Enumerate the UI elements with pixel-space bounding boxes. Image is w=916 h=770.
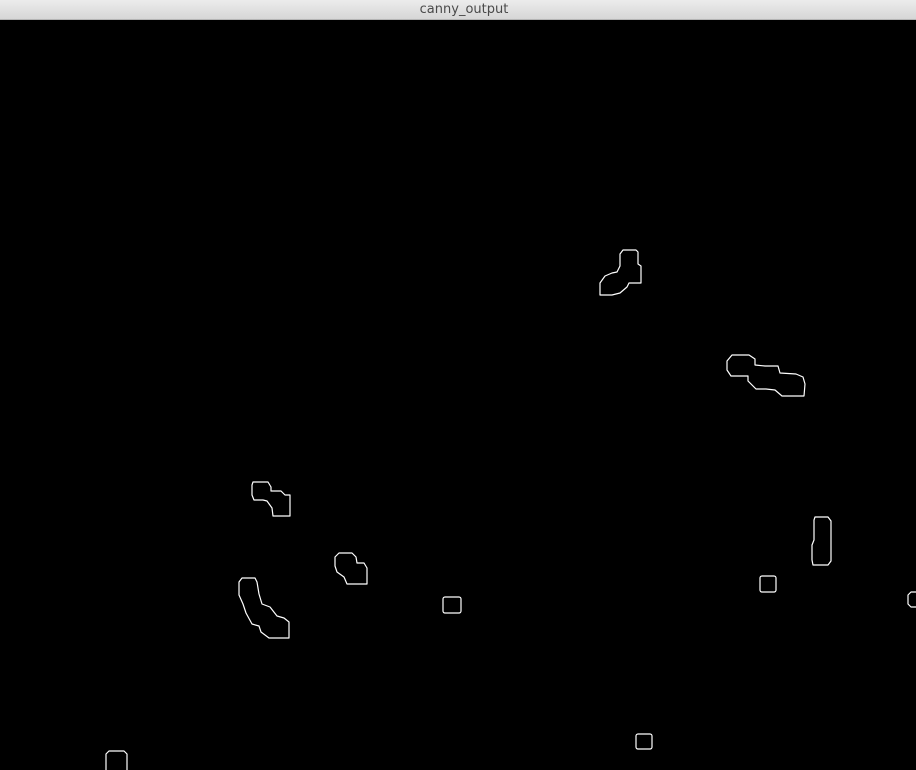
image-canvas — [0, 20, 916, 770]
edge-map — [0, 20, 916, 770]
window-title: canny_output — [419, 1, 509, 17]
image-window: canny_output — [0, 0, 916, 770]
window-titlebar[interactable]: canny_output — [0, 0, 916, 20]
edge-map-background — [0, 20, 916, 770]
